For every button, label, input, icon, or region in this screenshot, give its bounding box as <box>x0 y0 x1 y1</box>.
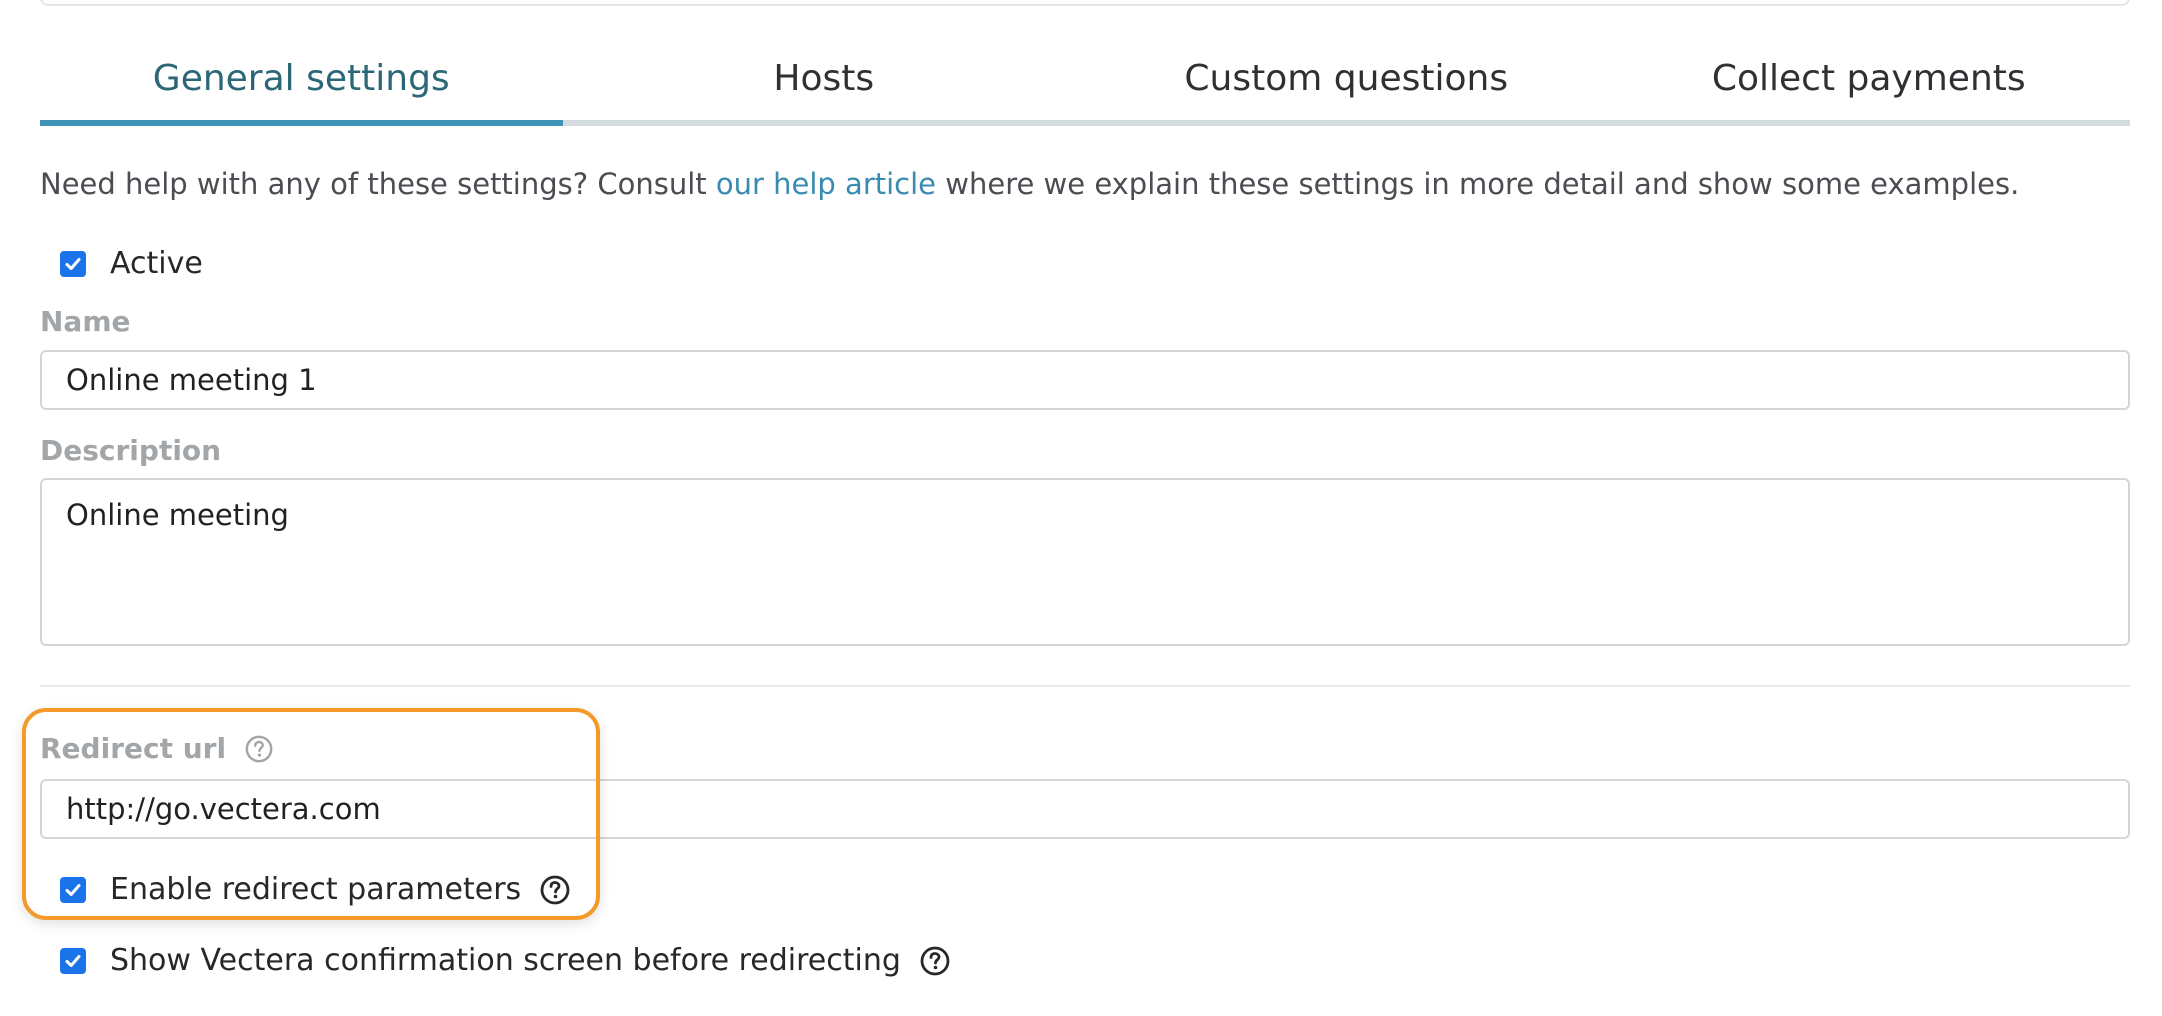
help-text-suffix: where we explain these settings in more … <box>936 167 2020 201</box>
tab-general-settings[interactable]: General settings <box>40 40 563 126</box>
redirect-url-input[interactable]: http://go.vectera.com <box>40 779 2130 839</box>
active-checkbox[interactable] <box>60 250 86 277</box>
active-row: Active <box>60 246 203 281</box>
redirect-params-row: Enable redirect parameters <box>60 872 571 907</box>
question-circle-icon[interactable] <box>919 945 951 977</box>
top-panel-edge <box>40 0 2130 6</box>
redirect-url-label-text: Redirect url <box>40 732 227 765</box>
redirect-params-checkbox[interactable] <box>60 876 86 903</box>
redirect-url-input-value: http://go.vectera.com <box>66 792 381 826</box>
question-circle-icon[interactable] <box>244 734 274 764</box>
section-divider <box>40 685 2130 687</box>
settings-tabs: General settings Hosts Custom questions … <box>40 40 2130 126</box>
tab-custom-questions[interactable]: Custom questions <box>1085 40 1608 120</box>
checkmark-icon <box>65 257 81 270</box>
help-article-link[interactable]: our help article <box>716 167 936 201</box>
redirect-params-label: Enable redirect parameters <box>110 872 522 907</box>
help-text-prefix: Need help with any of these settings? Co… <box>40 167 716 201</box>
description-textarea[interactable]: Online meeting <box>40 478 2130 646</box>
description-label: Description <box>40 434 222 467</box>
checkmark-icon <box>65 954 81 967</box>
confirmation-screen-row: Show Vectera confirmation screen before … <box>60 943 951 978</box>
tab-collect-payments[interactable]: Collect payments <box>1608 40 2131 120</box>
question-circle-icon[interactable] <box>539 874 571 906</box>
active-checkbox-label: Active <box>110 246 203 281</box>
tab-hosts[interactable]: Hosts <box>563 40 1086 120</box>
checkmark-icon <box>65 883 81 896</box>
name-input[interactable]: Online meeting 1 <box>40 350 2130 410</box>
redirect-url-label: Redirect url <box>40 732 274 765</box>
description-textarea-value: Online meeting <box>66 498 289 532</box>
confirmation-screen-checkbox[interactable] <box>60 947 86 974</box>
confirmation-screen-label: Show Vectera confirmation screen before … <box>110 943 901 978</box>
help-text: Need help with any of these settings? Co… <box>40 167 2019 201</box>
name-label: Name <box>40 305 131 338</box>
name-input-value: Online meeting 1 <box>66 363 317 397</box>
